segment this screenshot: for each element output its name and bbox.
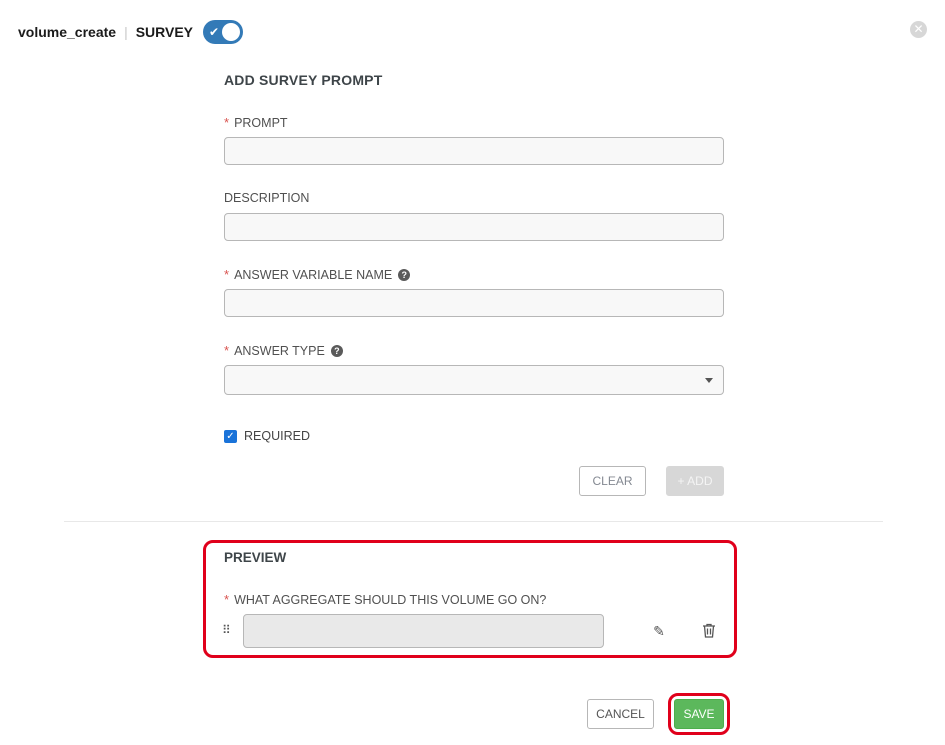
description-label-text: DESCRIPTION [224,191,310,205]
preview-question: * WHAT AGGREGATE SHOULD THIS VOLUME GO ON… [224,592,546,607]
title-separator: | [124,24,128,40]
required-marker: * [224,592,230,607]
trash-icon[interactable] [701,623,717,639]
required-checkbox[interactable]: ✓ [224,429,237,443]
caret-down-icon [705,378,713,383]
cancel-button[interactable]: CANCEL [587,699,654,729]
required-marker: * [224,343,230,358]
required-marker: * [224,267,230,282]
question-circle-icon[interactable]: ? [398,268,411,281]
preview-answer-input [243,614,604,648]
answer-variable-input[interactable] [224,289,724,317]
answer-type-label-text: ANSWER TYPE [234,343,325,358]
prompt-label-text: PROMPT [234,115,288,130]
required-checkbox-label: REQUIRED [244,429,310,443]
form-title: ADD SURVEY PROMPT [224,72,383,88]
pencil-icon[interactable]: ✎ [651,623,667,639]
preview-title: PREVIEW [224,550,287,565]
section-divider [64,521,883,522]
survey-label: SURVEY [135,24,194,40]
variable-label: * ANSWER VARIABLE NAME ? [224,267,411,282]
required-marker: * [224,115,230,130]
toggle-knob [222,23,241,41]
clear-button[interactable]: CLEAR [579,466,646,496]
answer-type-label: * ANSWER TYPE ? [224,343,343,358]
description-input[interactable] [224,213,724,241]
answer-type-select[interactable] [224,365,724,395]
preview-question-text: WHAT AGGREGATE SHOULD THIS VOLUME GO ON? [234,593,547,607]
add-survey-prompt-form: ADD SURVEY PROMPT * PROMPT DESCRIPTION *… [224,72,724,496]
question-circle-icon[interactable]: ? [330,344,343,357]
job-template-name: volume_create [18,24,117,40]
checkmark-icon: ✔ [209,25,220,39]
prompt-input[interactable] [224,137,724,165]
close-icon[interactable]: ✕ [910,21,927,38]
prompt-label: * PROMPT [224,115,288,130]
trash-icon-svg [703,623,715,638]
add-button[interactable]: + ADD [666,466,724,496]
save-button[interactable]: SAVE [674,699,724,729]
description-label: DESCRIPTION [224,191,309,205]
variable-label-text: ANSWER VARIABLE NAME [234,267,393,282]
survey-enabled-toggle[interactable]: ✔ [203,20,244,44]
drag-handle-icon[interactable]: ⠿ [222,623,234,637]
required-checkbox-row: ✓ REQUIRED [224,429,310,443]
modal-header: volume_create | SURVEY ✔ [18,20,244,44]
